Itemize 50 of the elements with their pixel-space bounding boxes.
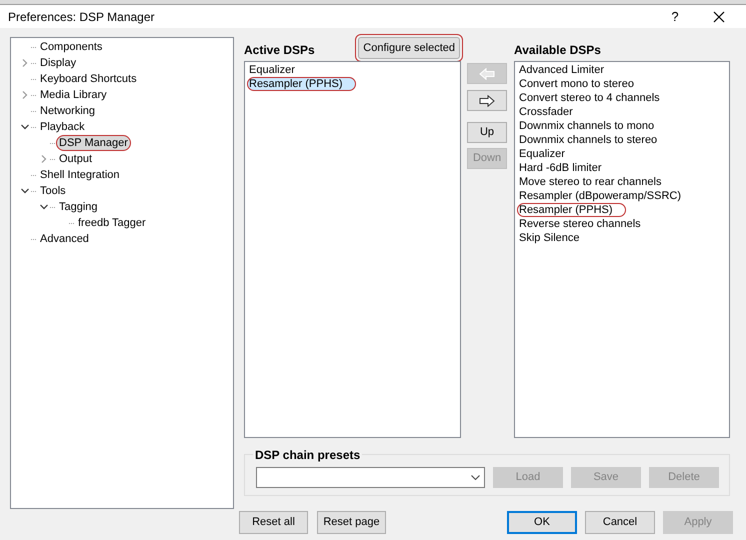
dsp-list-item[interactable]: Reverse stereo channels bbox=[517, 217, 643, 231]
help-button[interactable]: ? bbox=[660, 6, 690, 28]
chevron-down-icon[interactable] bbox=[21, 187, 29, 195]
chevron-down-icon[interactable] bbox=[40, 203, 48, 211]
dsp-list-item[interactable]: Resampler (PPHS) bbox=[247, 77, 356, 91]
tree-item[interactable]: freedb Tagger bbox=[75, 215, 149, 231]
tree-item[interactable]: Keyboard Shortcuts bbox=[37, 71, 140, 87]
chevron-down-icon[interactable] bbox=[21, 123, 29, 131]
dsp-list-item[interactable]: Skip Silence bbox=[517, 231, 582, 245]
dsp-list-item[interactable]: Resampler (dBpoweramp/SSRC) bbox=[517, 189, 683, 203]
dsp-list-item[interactable]: Downmix channels to stereo bbox=[517, 133, 660, 147]
move-button[interactable]: Up bbox=[467, 122, 507, 143]
configure-button[interactable]: Configure selected bbox=[358, 37, 460, 59]
section-heading: Active DSPs bbox=[244, 42, 315, 59]
section-heading: Available DSPs bbox=[514, 42, 601, 59]
dialog-button[interactable]: OK bbox=[507, 511, 577, 534]
arrow-left-icon bbox=[479, 68, 495, 80]
tree-item[interactable]: Advanced bbox=[37, 231, 92, 247]
dsp-list-item[interactable]: Crossfader bbox=[517, 105, 575, 119]
chevron-right-icon[interactable] bbox=[21, 59, 29, 67]
tree-item[interactable]: Playback bbox=[37, 119, 88, 135]
arrow-right-icon bbox=[479, 94, 495, 106]
tree-item[interactable]: DSP Manager bbox=[56, 135, 131, 151]
dsp-list-item[interactable]: Hard -6dB limiter bbox=[517, 161, 604, 175]
dsp-list-item[interactable]: Move stereo to rear channels bbox=[517, 175, 664, 189]
chevron-right-icon[interactable] bbox=[40, 155, 48, 163]
tree-item[interactable]: Components bbox=[37, 39, 106, 55]
preset-dropdown[interactable] bbox=[256, 467, 485, 488]
dialog-button[interactable]: Reset all bbox=[239, 511, 308, 534]
tree-item[interactable]: Tools bbox=[37, 183, 69, 199]
chevron-right-icon[interactable] bbox=[21, 91, 29, 99]
tree-item[interactable]: Output bbox=[56, 151, 96, 167]
dsp-list-item[interactable]: Advanced Limiter bbox=[517, 63, 606, 77]
tree-item[interactable]: Media Library bbox=[37, 87, 110, 103]
tree-item[interactable]: Tagging bbox=[56, 199, 101, 215]
dsp-list-item[interactable]: Convert mono to stereo bbox=[517, 77, 636, 91]
close-icon bbox=[713, 10, 725, 22]
tree-item[interactable]: Display bbox=[37, 55, 80, 71]
dsp-list-item[interactable]: Resampler (PPHS) bbox=[517, 203, 626, 217]
dialog-button[interactable]: Reset page bbox=[317, 511, 386, 534]
tree-item[interactable]: Networking bbox=[37, 103, 98, 119]
dsp-list-item[interactable]: Downmix channels to mono bbox=[517, 119, 656, 133]
dsp-list-item[interactable]: Equalizer bbox=[517, 147, 567, 161]
chevron-down-icon bbox=[471, 475, 480, 480]
window-title: Preferences: DSP Manager bbox=[8, 8, 156, 26]
dsp-list-item[interactable]: Equalizer bbox=[247, 63, 297, 77]
tree-item[interactable]: Shell Integration bbox=[37, 167, 122, 183]
dsp-list-item[interactable]: Convert stereo to 4 channels bbox=[517, 91, 662, 105]
dialog-button[interactable]: Cancel bbox=[585, 511, 655, 534]
move-button[interactable] bbox=[467, 90, 507, 111]
